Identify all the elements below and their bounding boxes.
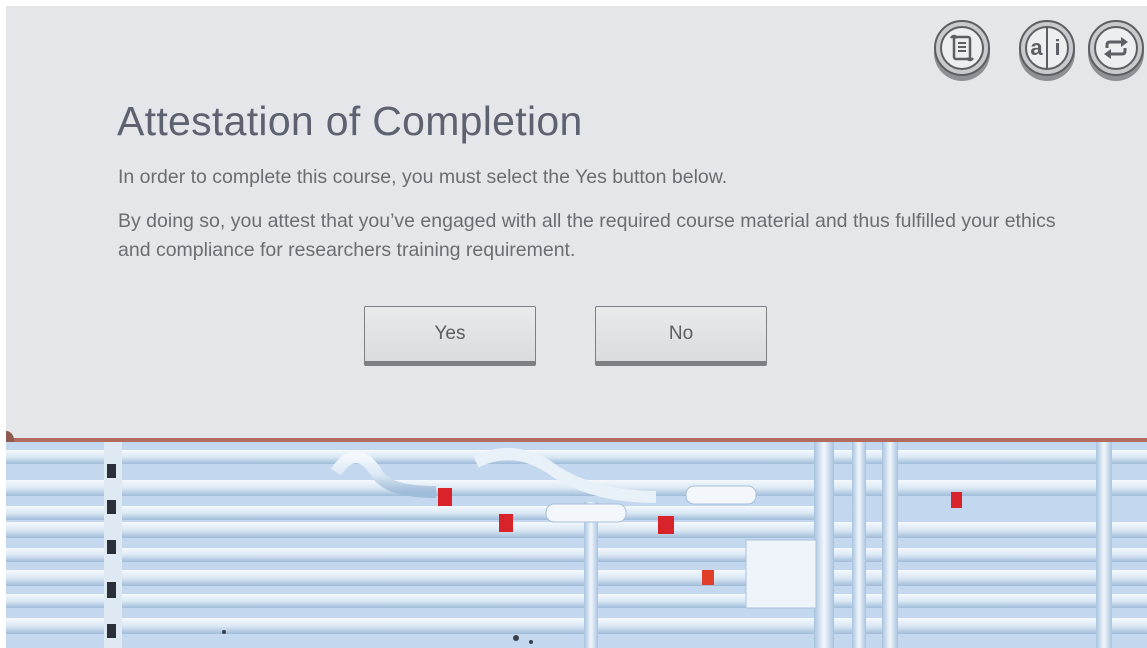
no-button[interactable]: No <box>595 306 767 366</box>
course-slide: a i Attestation of Completion In order t… <box>6 6 1147 648</box>
replay-icon <box>1094 26 1138 70</box>
transcript-icon <box>940 26 984 70</box>
glossary-icon: a i <box>1025 26 1069 70</box>
transcript-button[interactable] <box>934 20 990 76</box>
glossary-button[interactable]: a i <box>1019 20 1075 76</box>
replay-button[interactable] <box>1088 20 1144 76</box>
attestation-panel: a i Attestation of Completion In order t… <box>6 6 1147 442</box>
glossary-icon-letter-i: i <box>1054 35 1061 60</box>
glossary-icon-letter-a: a <box>1027 26 1048 70</box>
background-photo <box>6 442 1147 648</box>
instruction-text: In order to complete this course, you mu… <box>118 166 728 188</box>
page-title: Attestation of Completion <box>117 98 583 144</box>
no-button-label: No <box>668 323 694 344</box>
yes-button-label: Yes <box>434 323 466 344</box>
attestation-text: By doing so, you attest that you’ve enga… <box>118 210 1056 261</box>
yes-button[interactable]: Yes <box>364 306 536 366</box>
